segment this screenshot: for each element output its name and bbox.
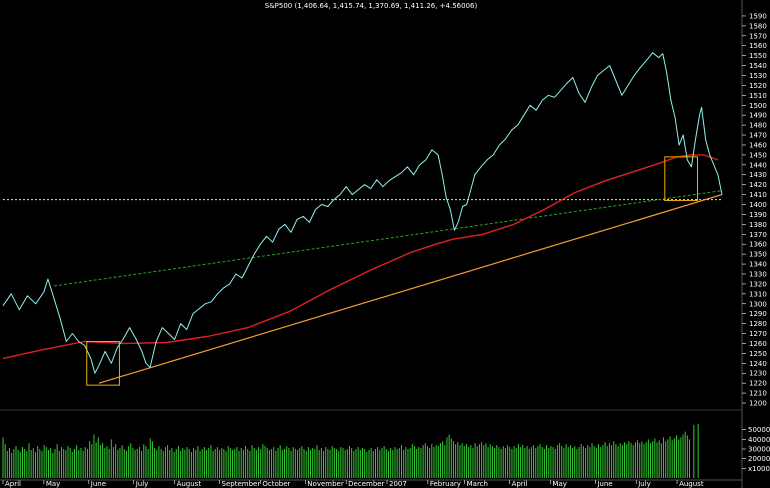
date-tick-label: June: [596, 480, 612, 488]
price-tick-label: 1420: [749, 181, 767, 189]
price-tick-label: 1270: [749, 330, 767, 338]
grid-lines: [0, 0, 743, 488]
price-tick-label: 1440: [749, 161, 767, 169]
date-tick-label: August: [679, 480, 704, 488]
date-tick-label: May: [46, 480, 60, 488]
price-tick-label: 1300: [749, 300, 767, 308]
date-tick-label: February: [430, 480, 461, 488]
volume-tick-label: 30000: [748, 446, 770, 454]
price-tick-label: 1390: [749, 211, 767, 219]
volume-axis: x10000 2000030000 40000 50000: [742, 426, 770, 473]
price-tick-label: 1240: [749, 360, 767, 368]
price-tick-label: 1230: [749, 370, 767, 378]
support-line: [98, 194, 723, 384]
price-tick-label: 1460: [749, 141, 767, 149]
price-tick-label: 1430: [749, 171, 767, 179]
price-tick-label: 1210: [749, 390, 767, 398]
price-tick-label: 1410: [749, 191, 767, 199]
volume-tick-label: 50000: [748, 426, 770, 434]
price-tick-label: 1350: [749, 251, 767, 259]
price-tick-label: 1450: [749, 151, 767, 159]
date-tick-label: March: [467, 480, 488, 488]
date-tick-label: August: [177, 480, 202, 488]
price-tick-label: 1490: [749, 112, 767, 120]
price-tick-label: 1560: [749, 42, 767, 50]
volume-tick-label: x10000: [748, 465, 770, 473]
price-tick-label: 1590: [749, 12, 767, 20]
price-tick-label: 1480: [749, 122, 767, 130]
price-tick-label: 1260: [749, 340, 767, 348]
price-tick-label: 1250: [749, 350, 767, 358]
date-tick-label: April: [5, 480, 21, 488]
date-tick-label: November: [307, 480, 344, 488]
price-tick-label: 1540: [749, 62, 767, 70]
price-tick-label: 1580: [749, 22, 767, 30]
price-tick-label: 1330: [749, 270, 767, 278]
price-line: [2, 52, 723, 374]
price-tick-label: 1370: [749, 231, 767, 239]
date-axis: April May June July August September October No…: [2, 480, 704, 488]
date-tick-label: May: [552, 480, 566, 488]
price-tick-label: 1520: [749, 82, 767, 90]
green-trendline: [54, 190, 723, 287]
date-tick-label: December: [348, 480, 384, 488]
chart-canvas: 1200 1210 1220 1230 1240 1250 1260 1270 1280 1290…: [0, 0, 770, 488]
price-tick-label: 1310: [749, 290, 767, 298]
price-tick-label: 1570: [749, 32, 767, 40]
price-tick-label: 1320: [749, 280, 767, 288]
price-tick-label: 1470: [749, 132, 767, 140]
price-tick-label: 1200: [749, 400, 767, 408]
date-tick-label: July: [637, 480, 651, 488]
date-tick-label: April: [512, 480, 528, 488]
price-tick-label: 1510: [749, 92, 767, 100]
date-tick-label: June: [90, 480, 106, 488]
series-lines: [2, 52, 723, 384]
price-tick-label: 1500: [749, 102, 767, 110]
volume-bars: [2, 423, 699, 478]
highlight-box: [664, 156, 698, 202]
date-tick-label: September: [222, 480, 261, 488]
price-tick-label: 1360: [749, 241, 767, 249]
price-tick-label: 1400: [749, 201, 767, 209]
volume-tick-label: 20000: [748, 455, 770, 463]
volume-tick-label: 40000: [748, 436, 770, 444]
price-tick-label: 1530: [749, 72, 767, 80]
price-tick-label: 1550: [749, 52, 767, 60]
price-tick-label: 1340: [749, 261, 767, 269]
price-axis: 1200 1210 1220 1230 1240 1250 1260 1270 1280 1290…: [742, 12, 767, 408]
price-tick-label: 1280: [749, 320, 767, 328]
date-tick-label: 2007: [389, 480, 407, 488]
price-tick-label: 1220: [749, 380, 767, 388]
moving-average-line: [2, 154, 719, 360]
price-tick-label: 1380: [749, 221, 767, 229]
price-tick-label: 1290: [749, 310, 767, 318]
highlight-boxes: [86, 156, 698, 386]
date-tick-label: July: [135, 480, 149, 488]
date-tick-label: October: [262, 480, 290, 488]
